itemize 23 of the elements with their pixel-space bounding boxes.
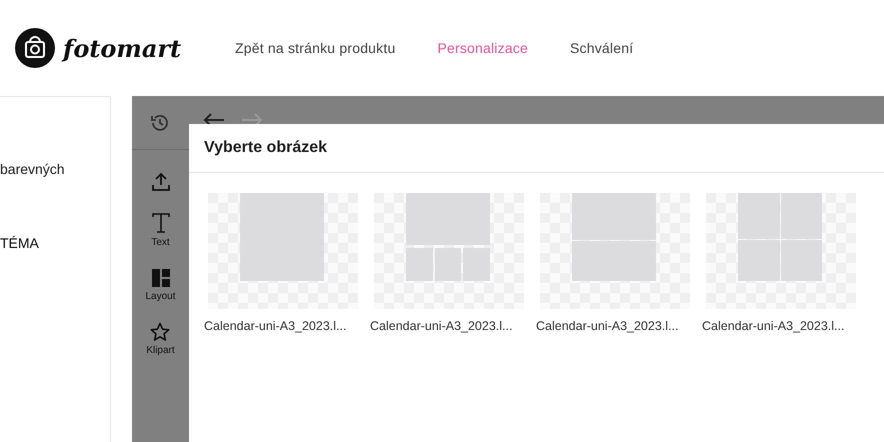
side-text: barevných	[0, 161, 65, 177]
upload-icon[interactable]	[150, 172, 170, 192]
file-name[interactable]: Calendar-uni-A3_2023.l...	[204, 319, 346, 333]
tool-label[interactable]: Text	[151, 237, 170, 248]
nav-link[interactable]: Schválení	[570, 40, 634, 56]
section-heading: TÉMA	[0, 235, 39, 251]
file-name[interactable]: Calendar-uni-A3_2023.l...	[536, 319, 678, 333]
logo-icon	[15, 28, 55, 68]
file-name[interactable]: Calendar-uni-A3_2023.l...	[702, 319, 844, 333]
layout-thumbnail[interactable]	[706, 193, 856, 309]
layout-thumbnail[interactable]	[374, 193, 524, 309]
star-icon[interactable]	[150, 322, 170, 342]
file-name[interactable]: Calendar-uni-A3_2023.l...	[370, 319, 512, 333]
tool-label[interactable]: Klipart	[146, 345, 175, 356]
logo-text: fotomart	[63, 34, 182, 62]
text-icon[interactable]	[150, 212, 170, 234]
dialog-title: Vyberte obrázek	[204, 139, 328, 157]
layout-icon[interactable]	[150, 268, 170, 288]
undo-icon[interactable]	[203, 112, 225, 126]
layout-thumbnail[interactable]	[208, 193, 358, 309]
layout-thumbnail[interactable]	[540, 193, 690, 309]
nav-link[interactable]: Zpět na stránku produktu	[235, 40, 396, 56]
tool-label[interactable]: Layout	[145, 291, 176, 302]
